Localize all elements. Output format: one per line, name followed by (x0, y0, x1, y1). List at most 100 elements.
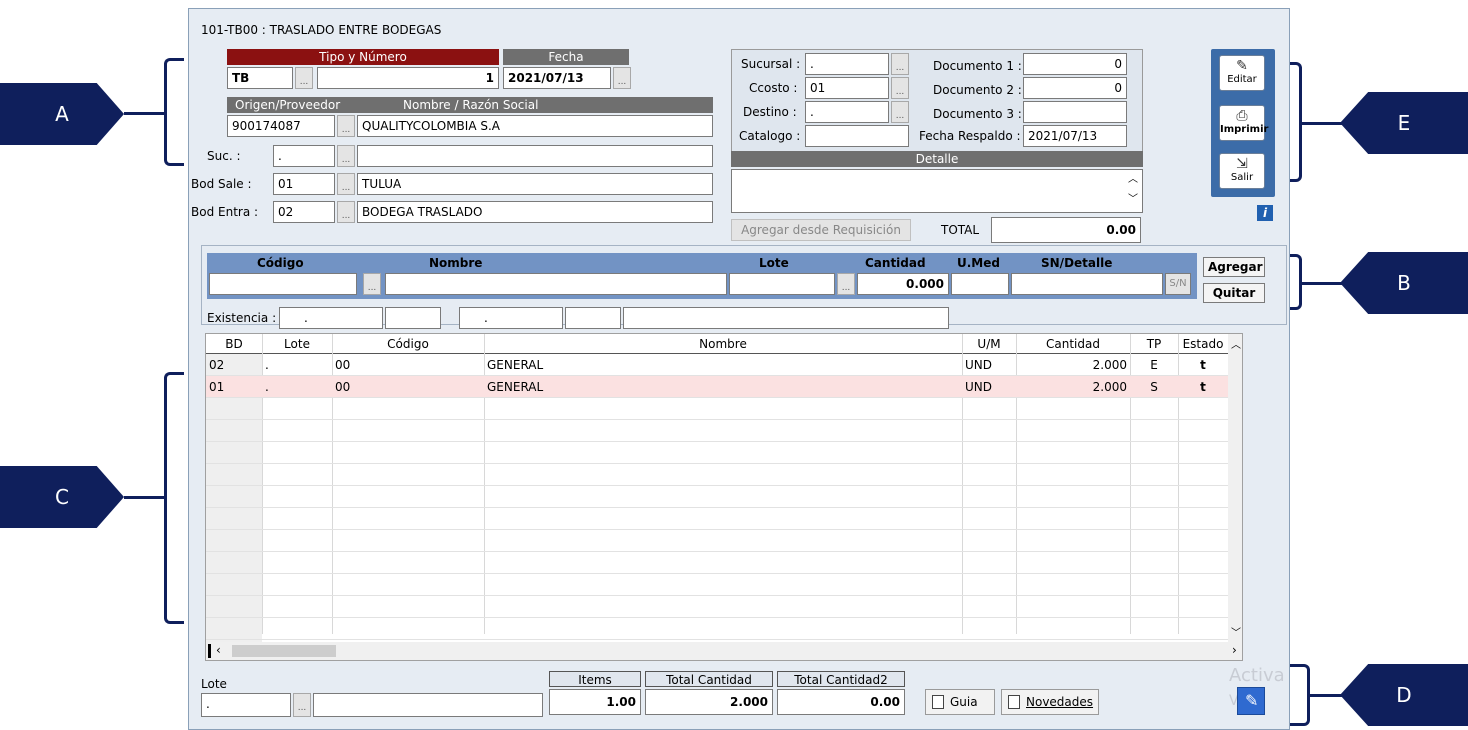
imprimir-button[interactable]: ⎙ Imprimir (1219, 105, 1268, 141)
footer-lote-desc-field[interactable] (313, 693, 543, 717)
doc1-field[interactable]: 0 (1023, 53, 1127, 75)
table-row[interactable] (206, 508, 1242, 530)
agregar-requisicion-button[interactable]: Agregar desde Requisición (731, 219, 911, 241)
nombre-field[interactable]: QUALITYCOLOMBIA S.A (357, 115, 713, 137)
scroll-right-icon[interactable]: › (1232, 643, 1237, 657)
col-cantidad[interactable]: Cantidad (1016, 334, 1130, 354)
total-label: TOTAL (941, 223, 980, 237)
info-icon[interactable]: i (1257, 205, 1273, 221)
total-cantidad2-field: 0.00 (777, 689, 905, 715)
existencia-field-5 (623, 307, 949, 329)
table-row[interactable] (206, 530, 1242, 552)
guia-button[interactable]: Guia (925, 689, 995, 715)
quitar-button[interactable]: Quitar (1203, 283, 1265, 303)
cell-lote: . (265, 380, 269, 394)
detalle-scroll-up-icon[interactable]: ︿ (1128, 170, 1138, 190)
bracket-a (164, 58, 184, 166)
scroll-up-icon[interactable]: ︿ (1231, 336, 1241, 351)
sn-button[interactable]: S/N (1165, 273, 1191, 295)
bod-sale-field[interactable]: 01 (273, 173, 335, 195)
sucursal-field[interactable]: . (805, 53, 889, 75)
editar-button[interactable]: ✎ Editar (1219, 55, 1265, 91)
col-nombre[interactable]: Nombre (484, 334, 962, 354)
entry-nombre-input[interactable] (385, 273, 727, 295)
table-row[interactable]: 01 . 00 GENERAL UND 2.000 S t (206, 376, 1242, 398)
col-bd[interactable]: BD (206, 334, 262, 354)
footer-lote-field[interactable]: . (201, 693, 291, 717)
existencia-field-2 (385, 307, 441, 329)
doc3-field[interactable] (1023, 101, 1127, 123)
suc-nombre-field[interactable] (357, 145, 713, 167)
col-estado[interactable]: Estado (1178, 334, 1228, 354)
callout-a: A (0, 83, 124, 145)
tipo-numero-header: Tipo y Número (227, 49, 499, 65)
entry-codigo-input[interactable] (209, 273, 357, 295)
scroll-thumb[interactable] (232, 645, 336, 657)
cell-estado: t (1200, 358, 1206, 372)
table-row[interactable] (206, 574, 1242, 596)
sn-col-header: SN/Detalle (1041, 256, 1113, 270)
table-row[interactable] (206, 398, 1242, 420)
bod-entra-lookup-button[interactable]: ... (337, 201, 355, 223)
cell-bd: 02 (209, 358, 225, 372)
table-row[interactable] (206, 618, 1242, 640)
table-row[interactable] (206, 596, 1242, 618)
detalle-textarea[interactable]: ︿ ﹀ (731, 169, 1143, 213)
scroll-down-icon[interactable]: ﹀ (1231, 624, 1241, 639)
table-row[interactable] (206, 486, 1242, 508)
agregar-button[interactable]: Agregar (1203, 257, 1265, 277)
entry-lote-input[interactable] (729, 273, 835, 295)
suc-lookup-button[interactable]: ... (337, 145, 355, 167)
catalogo-field[interactable] (805, 125, 909, 147)
scroll-left-icon[interactable]: ‹ (216, 643, 221, 657)
detalle-scroll-down-icon[interactable]: ﹀ (1128, 190, 1138, 210)
col-tp[interactable]: TP (1130, 334, 1178, 354)
tipo-lookup-button[interactable]: ... (295, 67, 313, 89)
attach-button[interactable]: ✎ (1237, 687, 1265, 715)
doc2-field[interactable]: 0 (1023, 77, 1127, 99)
fecha-respaldo-field[interactable]: 2021/07/13 (1023, 125, 1127, 147)
fecha-field[interactable]: 2021/07/13 (503, 67, 611, 89)
salir-button[interactable]: ⇲ Salir (1219, 153, 1265, 189)
total-field: 0.00 (991, 217, 1141, 243)
entry-codigo-lookup-button[interactable]: ... (363, 273, 381, 295)
destino-field[interactable]: . (805, 101, 889, 123)
table-row[interactable] (206, 420, 1242, 442)
callout-d: D (1340, 664, 1468, 726)
origen-lookup-button[interactable]: ... (337, 115, 355, 137)
novedades-button[interactable]: Novedades (1001, 689, 1099, 715)
cell-um: UND (965, 358, 992, 372)
origen-field[interactable]: 900174087 (227, 115, 335, 137)
bod-sale-nombre-field[interactable]: TULUA (357, 173, 713, 195)
sucursal-lookup-button[interactable]: ... (891, 53, 909, 75)
footer-lote-lookup-button[interactable]: ... (293, 693, 311, 717)
callout-e-stub (1302, 122, 1342, 125)
bod-entra-nombre-field[interactable]: BODEGA TRASLADO (357, 201, 713, 223)
ccosto-field[interactable]: 01 (805, 77, 889, 99)
table-row[interactable]: 02 . 00 GENERAL UND 2.000 E t (206, 354, 1242, 376)
numero-field[interactable]: 1 (317, 67, 499, 89)
col-um[interactable]: U/M (962, 334, 1016, 354)
fecha-picker-button[interactable]: ... (613, 67, 631, 89)
table-row[interactable] (206, 552, 1242, 574)
ccosto-lookup-button[interactable]: ... (891, 77, 909, 99)
edit-icon: ✎ (1236, 58, 1248, 74)
horizontal-scrollbar[interactable]: ‹ › (206, 642, 1242, 660)
table-row[interactable] (206, 442, 1242, 464)
bod-entra-field[interactable]: 02 (273, 201, 335, 223)
col-codigo[interactable]: Código (332, 334, 484, 354)
tipo-field[interactable]: TB (227, 67, 293, 89)
entry-lote-lookup-button[interactable]: ... (837, 273, 855, 295)
suc-field[interactable]: . (273, 145, 335, 167)
col-lote[interactable]: Lote (262, 334, 332, 354)
total-cantidad-field: 2.000 (645, 689, 773, 715)
entry-cantidad-input[interactable]: 0.000 (857, 273, 949, 295)
table-row[interactable] (206, 464, 1242, 486)
fecha-respaldo-label: Fecha Respaldo : (919, 129, 1021, 143)
destino-lookup-button[interactable]: ... (891, 101, 909, 123)
items-header-label: Items (578, 673, 612, 687)
bod-sale-lookup-button[interactable]: ... (337, 173, 355, 195)
entry-umed-input[interactable] (951, 273, 1009, 295)
entry-sn-input[interactable] (1011, 273, 1163, 295)
vertical-scrollbar[interactable]: ︿ ﹀ (1228, 334, 1242, 642)
